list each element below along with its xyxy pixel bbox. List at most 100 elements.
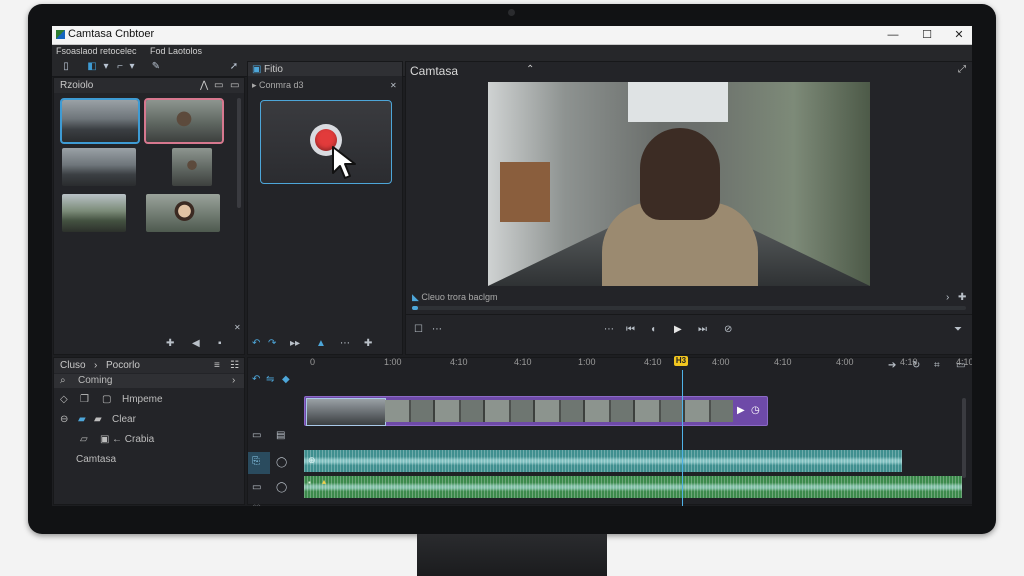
next-frame-icon[interactable]: ⏭ — [698, 324, 707, 336]
play-icon[interactable]: ▶ — [674, 324, 682, 336]
marker-icon[interactable]: ▲ — [316, 338, 326, 350]
timeline-vscrollbar[interactable] — [962, 398, 966, 478]
chevron-up-icon[interactable]: ⌃ — [526, 64, 534, 75]
list-view-icon[interactable]: ▭ — [230, 80, 239, 91]
track-options-icon[interactable]: ◯ — [276, 482, 287, 494]
media-thumbnail[interactable] — [172, 148, 212, 186]
menu-item[interactable]: Fod Laotolos — [150, 46, 202, 56]
media-thumbnail[interactable] — [60, 98, 140, 144]
new-file-icon[interactable]: ▯ — [60, 61, 72, 73]
menu-item[interactable]: Fsoaslaod retocelec — [56, 46, 137, 56]
chevron-down-icon[interactable]: ⏷ — [954, 324, 962, 336]
playhead-label[interactable]: H3 — [674, 356, 688, 366]
title-bar: Camtasa Cnbtoer — ☐ ✕ — [52, 26, 972, 45]
add-media-icon[interactable]: ✚ — [166, 338, 174, 350]
minimize-button[interactable]: — — [882, 27, 904, 43]
preview-tab[interactable]: Camtasa — [410, 64, 458, 78]
preview-scrubber[interactable] — [412, 306, 966, 310]
list-item[interactable]: Hmpeme — [122, 394, 163, 405]
folder-icon: ▰ — [78, 414, 86, 425]
skip-icon[interactable]: ▸▸ — [290, 338, 300, 350]
chevron-right-icon[interactable]: › — [946, 292, 949, 304]
audio-clip[interactable]: ⊕ — [304, 450, 902, 472]
close-icon[interactable]: › — [94, 360, 97, 371]
audio-track-icon: ⎘ — [252, 456, 260, 467]
play-icon[interactable]: ▶ — [737, 405, 745, 417]
video-track-icon[interactable]: ▭ — [252, 430, 261, 442]
cursor-icon — [332, 146, 356, 179]
record-tab[interactable]: Fitio — [264, 64, 283, 75]
import-icon[interactable]: ◧ — [86, 61, 98, 73]
back-icon[interactable]: ◀ — [192, 338, 200, 350]
speed-icon[interactable]: ⊘ — [724, 324, 732, 336]
close-icon[interactable]: ✕ — [390, 80, 397, 92]
add-icon[interactable]: ✚ — [958, 292, 966, 304]
media-thumbnail[interactable] — [62, 148, 136, 186]
previous-frame-icon[interactable]: ⏮ — [626, 324, 635, 336]
audio-clip-icon: ▪ — [308, 478, 311, 487]
track-icon[interactable]: ▭ — [252, 482, 261, 494]
preview-caption-row: ◣ Cleuo trora baclgm — [412, 292, 497, 303]
media-thumbnail[interactable] — [144, 98, 224, 144]
media-bin-scrollbar[interactable] — [237, 98, 241, 208]
preview-door — [500, 162, 550, 222]
video-clip[interactable]: ▶ ◷ — [304, 396, 768, 426]
more-icon[interactable]: ⋯ — [432, 324, 442, 336]
marker-icon[interactable]: ◆ — [282, 374, 290, 386]
monitor-stand — [417, 534, 607, 576]
track-options-icon[interactable]: ✂ — [276, 504, 284, 506]
canvas-icon[interactable]: ☐ — [414, 324, 423, 336]
step-back-icon[interactable]: ◖ — [650, 324, 656, 336]
expand-icon[interactable]: ⤢ — [958, 64, 966, 75]
audio-clip-icon: ⊕ — [308, 455, 316, 465]
chevron-down-icon[interactable]: ▾ — [126, 61, 138, 73]
audio-track-selected[interactable]: ⎘ — [248, 452, 270, 474]
search-row[interactable]: ⌕ Coming › — [54, 374, 244, 388]
media-thumbnail[interactable] — [62, 194, 126, 232]
more-icon[interactable]: ⋯ — [604, 324, 614, 336]
crop-icon[interactable]: ⌐ — [114, 61, 126, 73]
marker-icon: ▴ — [322, 477, 327, 486]
clip-thumbnail — [306, 398, 386, 426]
list-item[interactable]: ← Crabia — [112, 434, 154, 445]
properties-tabbar: Cluso › Pocorlo ≡ ☷ — [54, 358, 244, 373]
search-input[interactable]: Coming — [78, 375, 112, 386]
undo-icon[interactable]: ↶ — [252, 374, 260, 386]
sort-icon[interactable]: ⋀ — [200, 80, 208, 91]
delete-icon[interactable]: ▪ — [218, 338, 222, 350]
close-button[interactable]: ✕ — [948, 27, 970, 43]
list-item[interactable]: Camtasa — [76, 454, 116, 465]
record-area[interactable] — [260, 100, 392, 184]
more-icon[interactable]: ⋯ — [340, 338, 350, 350]
preview-video-frame[interactable] — [488, 82, 870, 286]
tab-cluso[interactable]: Cluso — [60, 360, 86, 371]
media-thumbnail[interactable] — [146, 194, 220, 232]
split-icon[interactable]: ⇋ — [266, 374, 274, 386]
redo-icon[interactable]: ↷ — [268, 338, 276, 350]
square-icon: ▢ — [102, 394, 112, 405]
timeline-ruler[interactable]: 0 1:00 4:10 4:10 1:00 4:10 4:00 4:10 4:0… — [310, 356, 972, 370]
pen-icon[interactable]: ✎ — [150, 61, 162, 73]
track-options-icon[interactable]: ◯ — [276, 457, 287, 469]
pin-icon[interactable]: ➚ — [228, 61, 240, 73]
undo-icon[interactable]: ↶ — [252, 338, 260, 350]
ruler-tick-label: 4:10 — [644, 357, 662, 367]
maximize-button[interactable]: ☐ — [916, 27, 938, 43]
audio-clip[interactable]: ▪ ▴ — [304, 476, 962, 498]
options-icon[interactable]: ☷ — [230, 360, 239, 371]
track-options-icon[interactable]: ▤ — [276, 430, 285, 442]
add-icon[interactable]: ✚ — [364, 338, 372, 350]
list-icon[interactable]: ≡ — [214, 360, 220, 371]
ruler-tick-label: 1:00 — [578, 357, 596, 367]
chevron-down-icon[interactable]: ▾ — [100, 61, 112, 73]
playhead[interactable] — [682, 370, 683, 506]
grid-view-icon[interactable]: ▭ — [214, 80, 223, 91]
effects-icon[interactable]: ♡ — [252, 504, 261, 506]
ruler-tick-label: 1:00 — [384, 357, 402, 367]
tag-icon: ◇ — [60, 394, 68, 405]
menu-bar: Fsoaslaod retocelec Fod Laotolos — [52, 45, 972, 58]
list-item[interactable]: Clear — [112, 414, 136, 425]
clock-icon[interactable]: ◷ — [751, 405, 760, 417]
tab-pocorlo[interactable]: Pocorlo — [106, 360, 140, 371]
close-icon[interactable]: ✕ — [234, 322, 241, 334]
